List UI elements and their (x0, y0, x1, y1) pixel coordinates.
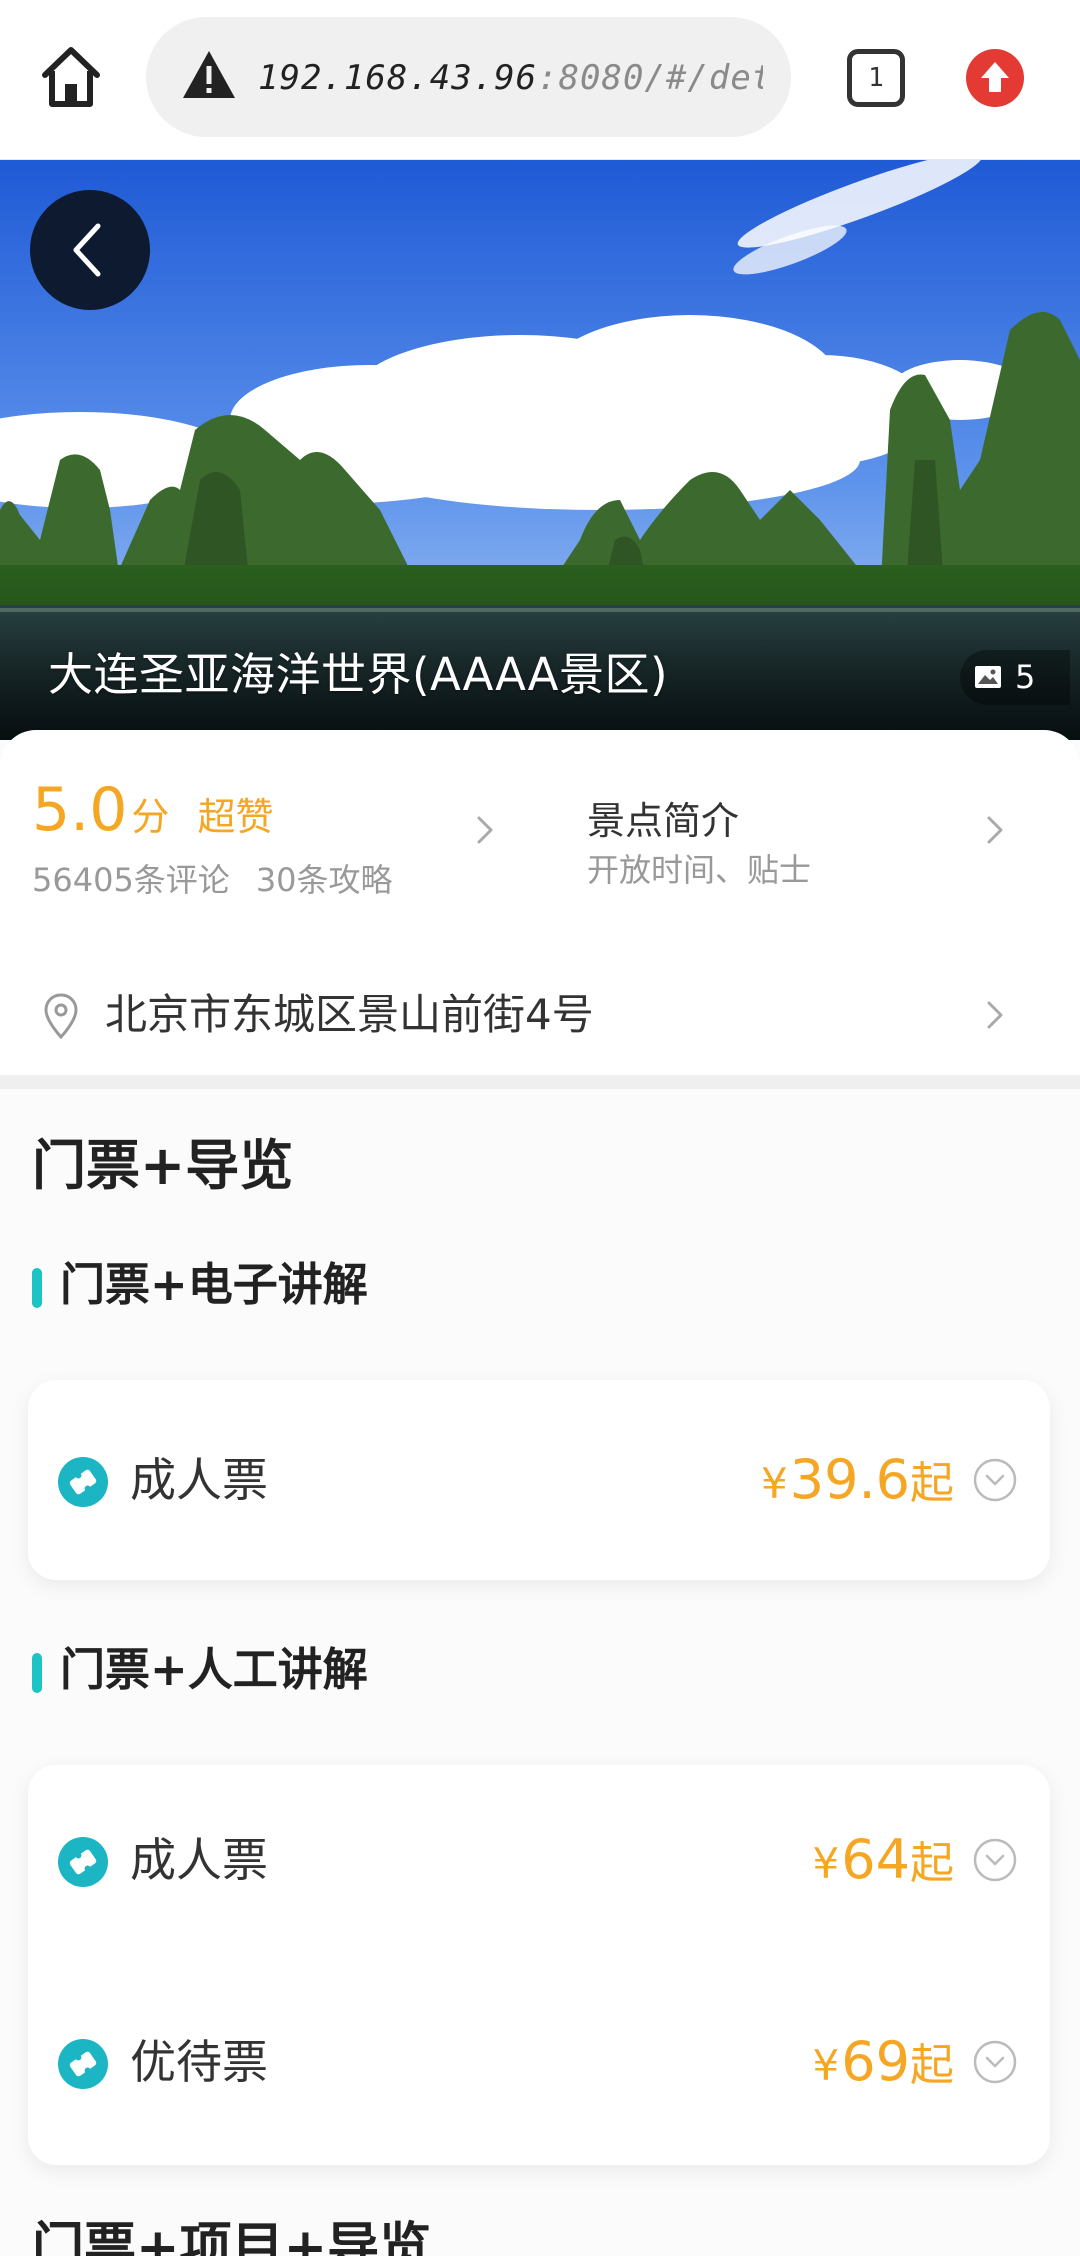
ticket-price: ¥39.6起 (761, 1444, 954, 1520)
tab-count: 1 (868, 63, 884, 93)
url-path: :8080/#/detail/( (537, 58, 763, 98)
ticket-name: 成人票 (130, 1453, 268, 1507)
chevron-down-circle-icon[interactable] (972, 2039, 1018, 2085)
chevron-right-icon (987, 1001, 1003, 1029)
address-row[interactable]: 北京市东城区景山前街4号 (0, 970, 1080, 1060)
intro-subtitle: 开放时间、贴士 (587, 851, 812, 889)
ticket-icon (58, 2039, 108, 2089)
ticket-card: 成人票 ¥64起 优待票 ¥69起 (28, 1765, 1050, 2165)
price-value: 69 (841, 2030, 910, 2093)
home-button[interactable] (38, 42, 104, 112)
photo-count-badge[interactable]: 5 (960, 650, 1070, 705)
url-text: 192.168.43.96:8080/#/detail/( (258, 53, 763, 103)
ticket-group-title: 门票+电子讲解 (32, 1255, 368, 1315)
home-icon (42, 47, 100, 107)
tabs-button[interactable]: 1 (847, 49, 905, 107)
chevron-right-icon (477, 816, 493, 844)
upload-button[interactable] (966, 49, 1024, 107)
rating-block[interactable]: 5.0 分超赞 56405条评论 30条攻略 (0, 730, 520, 930)
group-accent-bar (32, 1268, 42, 1308)
back-button[interactable] (30, 190, 150, 310)
rating-score: 5.0 (32, 775, 128, 845)
intro-block[interactable]: 景点简介 开放时间、贴士 (560, 730, 1080, 930)
location-pin-icon (44, 993, 78, 1040)
ticket-name: 优待票 (130, 2035, 268, 2089)
info-card: 5.0 分超赞 56405条评论 30条攻略 景点简介 开放时间、贴士 北京市东城区… (0, 730, 1080, 1075)
price-suffix: 起 (910, 1838, 954, 1889)
ticket-icon (58, 1837, 108, 1887)
group-accent-bar (32, 1653, 42, 1693)
price-suffix: 起 (910, 1458, 954, 1509)
rating-score-line: 5.0 分超赞 (32, 775, 273, 845)
section-divider (0, 1075, 1080, 1089)
review-count: 56405条评论 (32, 861, 230, 899)
ticket-price: ¥69起 (813, 2026, 954, 2102)
ticket-group-label: 门票+电子讲解 (60, 1258, 368, 1311)
intro-title: 景点简介 (587, 799, 740, 843)
ticket-card: 成人票 ¥39.6起 (28, 1380, 1050, 1580)
ticket-name: 成人票 (130, 1833, 268, 1887)
photo-count: 5 (1015, 658, 1036, 696)
rating-level: 超赞 (197, 795, 274, 839)
browser-toolbar: 192.168.43.96:8080/#/detail/( 1 (0, 0, 1080, 160)
review-stats: 56405条评论 30条攻略 (32, 855, 393, 901)
currency-symbol: ¥ (761, 1459, 788, 1508)
ticket-row[interactable]: 成人票 ¥64起 (28, 1810, 1050, 1910)
guide-count: 30条攻略 (255, 861, 393, 899)
ticket-group-label: 门票+人工讲解 (60, 1643, 368, 1696)
url-host: 192.168.43.96 (258, 58, 538, 98)
ticket-row[interactable]: 优待票 ¥69起 (28, 2012, 1050, 2112)
ticket-icon (58, 1457, 108, 1507)
warning-icon (183, 51, 235, 98)
price-value: 39.6 (789, 1448, 910, 1511)
address-text: 北京市东城区景山前街4号 (105, 990, 594, 1039)
ticket-price: ¥64起 (813, 1824, 954, 1900)
upload-icon (981, 62, 1009, 92)
address-bar[interactable]: 192.168.43.96:8080/#/detail/( (146, 17, 791, 137)
price-suffix: 起 (910, 2040, 954, 2091)
currency-symbol: ¥ (812, 2041, 840, 2090)
chevron-down-circle-icon[interactable] (972, 1837, 1018, 1883)
chevron-down-circle-icon[interactable] (972, 1457, 1018, 1503)
currency-symbol: ¥ (812, 1839, 840, 1888)
attraction-title: 大连圣亚海洋世界(AAAA景区) (48, 648, 669, 701)
rating-unit: 分 (131, 795, 170, 839)
ticket-row[interactable]: 成人票 ¥39.6起 (28, 1430, 1050, 1530)
price-value: 64 (841, 1828, 910, 1891)
ticket-group-title: 门票+人工讲解 (32, 1640, 368, 1700)
chevron-right-icon (987, 816, 1003, 844)
next-section-title: 门票+项目+导览 (32, 2218, 432, 2256)
tickets-section-title: 门票+导览 (32, 1134, 294, 1197)
photo-icon (975, 666, 1001, 688)
hero-banner[interactable]: 大连圣亚海洋世界(AAAA景区) 5 (0, 160, 1080, 740)
back-arrow-icon (73, 223, 101, 277)
